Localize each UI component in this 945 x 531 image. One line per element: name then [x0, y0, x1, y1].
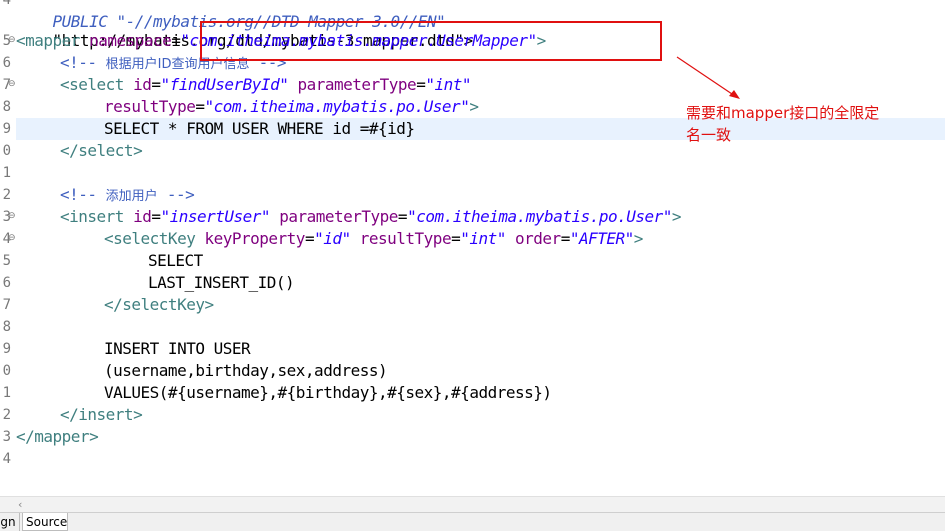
selectkey-close-tag: </selectKey> — [104, 295, 214, 314]
tag-close: > — [671, 207, 682, 226]
mapper-open-tag: <mapper — [16, 31, 90, 50]
editor-tab-bar: ign Source — [0, 512, 945, 531]
namespace-attr: namespace — [89, 31, 172, 50]
annotation-note: 需要和mapper接口的全限定名一致 — [686, 104, 880, 144]
comment-open: <!-- — [60, 185, 106, 204]
code-line-selectkey: <selectKey keyProperty="id" resultType="… — [104, 229, 644, 248]
tab-source[interactable]: Source — [22, 513, 68, 531]
id-value: "insertUser" — [160, 207, 271, 226]
line-number: 8 — [2, 99, 11, 115]
resulttype-attr: resultType — [350, 229, 452, 248]
annotation-highlight-box — [200, 21, 662, 61]
horizontal-scrollbar[interactable]: ‹ — [0, 496, 945, 513]
tab-design[interactable]: ign — [0, 513, 20, 531]
line-number: 0 — [2, 143, 11, 159]
resulttype-value: "int" — [460, 229, 506, 248]
order-attr: order — [505, 229, 561, 248]
line-number: 6 — [2, 55, 11, 71]
parametertype-attr: parameterType — [270, 207, 398, 226]
comment-close: --> — [157, 185, 195, 204]
code-line: </mapper> — [16, 426, 945, 448]
code-line-insert: <insert id="insertUser" parameterType="c… — [60, 207, 682, 226]
line-number: 3 — [2, 429, 11, 445]
keyproperty-value: "id" — [314, 229, 351, 248]
insert-close-tag: </insert> — [60, 405, 143, 424]
parametertype-value: "int" — [425, 75, 471, 94]
line-number: 8 — [2, 319, 11, 335]
id-attr: id — [133, 207, 152, 226]
fold-collapse-icon[interactable]: ⊖ — [8, 29, 16, 51]
line-number: 4 — [2, 0, 11, 8]
resulttype-attr: resultType — [104, 97, 196, 116]
mapper-close-tag: </mapper> — [16, 427, 99, 446]
code-line-select: <select id="findUserById" parameterType=… — [60, 75, 471, 94]
line-number: 9 — [2, 341, 11, 357]
comment-open: <!-- — [60, 53, 106, 72]
tag-close: > — [633, 229, 644, 248]
line-number: 2 — [2, 187, 11, 203]
code-line: INSERT INTO USER — [16, 338, 945, 360]
sql-insert: INSERT INTO USER — [104, 339, 251, 358]
insert-open-tag: <insert — [60, 207, 134, 226]
scroll-left-icon[interactable]: ‹ — [18, 498, 22, 511]
sql-last-insert-id: LAST_INSERT_ID() — [148, 273, 295, 292]
id-value: "findUserById" — [160, 75, 289, 94]
sql-values: VALUES(#{username},#{birthday},#{sex},#{… — [104, 383, 552, 402]
line-number: 0 — [2, 363, 11, 379]
sql-select: SELECT — [148, 251, 203, 270]
code-line: </selectKey> — [16, 294, 945, 316]
line-number: 2 — [2, 407, 11, 423]
line-number: 9 — [2, 121, 11, 137]
line-number: 1 — [2, 165, 11, 181]
line-number: 6 — [2, 275, 11, 291]
code-line: </insert> — [16, 404, 945, 426]
line-number: 5 — [2, 253, 11, 269]
line-number: 1 — [2, 385, 11, 401]
order-value: "AFTER" — [569, 229, 634, 248]
code-line-comment: <!-- 添加用户 --> — [16, 184, 945, 206]
parametertype-attr: parameterType — [288, 75, 417, 94]
tag-close: > — [469, 97, 479, 116]
keyproperty-attr: keyProperty — [204, 229, 305, 248]
resulttype-value: "com.itheima.mybatis.po.User" — [204, 97, 470, 116]
code-line: VALUES(#{username},#{birthday},#{sex},#{… — [16, 382, 945, 404]
line-number: 7 — [2, 297, 11, 313]
fold-collapse-icon[interactable]: ⊖ — [8, 205, 16, 227]
code-line: LAST_INSERT_ID() — [16, 272, 945, 294]
selectkey-open-tag: <selectKey — [104, 229, 205, 248]
select-close-tag: </select> — [60, 141, 143, 160]
fold-collapse-icon[interactable]: ⊖ — [8, 227, 16, 249]
line-number-gutter: 4 5 ⊖ 6 7 ⊖ 8 9 0 1 2 3 ⊖ 4 ⊖ 5 6 7 8 9 … — [0, 0, 16, 496]
select-open-tag: <select — [60, 75, 134, 94]
code-editor[interactable]: PUBLIC "-//mybatis.org//DTD Mapper 3.0//… — [16, 0, 945, 496]
comment-text: 添加用户 — [105, 189, 158, 204]
sql-select: SELECT * FROM USER WHERE id =#{id} — [104, 119, 415, 138]
code-line: SELECT — [16, 250, 945, 272]
fold-collapse-icon[interactable]: ⊖ — [8, 73, 16, 95]
parametertype-value: "com.itheima.mybatis.po.User" — [407, 207, 672, 226]
code-line: (username,birthday,sex,address) — [16, 360, 945, 382]
sql-columns: (username,birthday,sex,address) — [104, 361, 388, 380]
line-number: 4 — [2, 451, 11, 467]
id-attr: id — [133, 75, 152, 94]
